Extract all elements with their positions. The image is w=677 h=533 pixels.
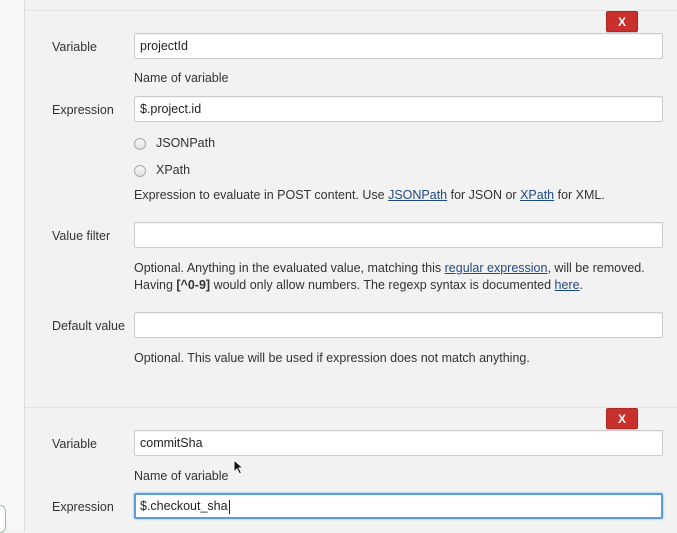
value-filter-help-2c: . [579,278,584,292]
side-panel-handle[interactable] [0,505,6,533]
delete-entry-button[interactable]: X [606,11,638,32]
delete-entry-button[interactable]: X [606,408,638,429]
value-filter-help-line2: Having [^0-9] would only allow numbers. … [134,277,645,294]
jsonpath-link[interactable]: JSONPath [388,188,447,202]
radio-xpath-label: XPath [156,162,191,177]
regular-expression-link[interactable]: regular expression [445,261,548,275]
expression-help-text: Expression to evaluate in POST content. … [134,187,605,204]
expression-help-prefix: Expression to evaluate in POST content. … [134,188,389,202]
expression-help-mid: for JSON or [447,188,521,202]
value-filter-help-bold: [^0-9] [176,278,211,292]
value-filter-help-2a: Having [134,278,177,292]
radio-xpath-row[interactable]: XPath [134,162,190,177]
radio-jsonpath-label: JSONPath [156,135,216,150]
expression-input[interactable]: $.checkout_sha [134,493,663,519]
variable-entry-1: X Variable projectId Name of variable Ex… [25,10,677,409]
expression-label: Expression [52,500,114,514]
expression-input-value: $.checkout_sha [140,499,228,513]
variable-input[interactable]: commitSha [134,430,663,456]
variable-help-text: Name of variable [134,469,229,483]
expression-input[interactable]: $.project.id [134,96,663,122]
left-gutter [0,0,25,533]
radio-jsonpath-row[interactable]: JSONPath [134,135,215,150]
value-filter-help-1a: Optional. Anything in the evaluated valu… [134,261,445,275]
variable-label: Variable [52,40,97,54]
variable-entry-2: X Variable commitSha Name of variable Ex… [25,407,677,532]
default-value-input[interactable] [134,312,663,338]
radio-xpath[interactable] [134,165,146,177]
variable-label: Variable [52,437,97,451]
variable-help-text: Name of variable [134,71,229,85]
value-filter-label: Value filter [52,229,111,243]
value-filter-help-line1: Optional. Anything in the evaluated valu… [134,260,645,277]
value-filter-help-text: Optional. Anything in the evaluated valu… [134,260,645,294]
xpath-link[interactable]: XPath [520,188,554,202]
value-filter-help-1b: , will be removed. [547,261,645,275]
text-caret [228,499,230,514]
default-value-help-text: Optional. This value will be used if exp… [134,351,530,365]
expression-help-suffix: for XML. [554,188,605,202]
mouse-pointer-icon [233,459,245,475]
variable-input[interactable]: projectId [134,33,663,59]
radio-jsonpath[interactable] [134,138,146,150]
default-value-label: Default value [52,319,125,333]
value-filter-help-2b: would only allow numbers. The regexp syn… [210,278,555,292]
expression-label: Expression [52,103,114,117]
value-filter-input[interactable] [134,222,663,248]
regexp-docs-link[interactable]: here [555,278,580,292]
